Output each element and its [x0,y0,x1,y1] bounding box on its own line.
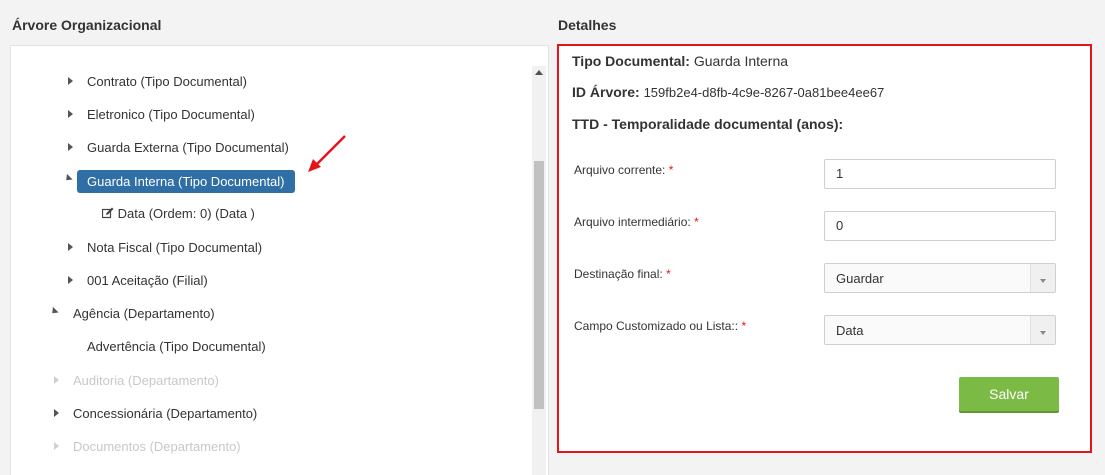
chevron-down-icon[interactable] [1030,316,1055,344]
tree-node-label: Agência (Departamento) [73,306,215,321]
tree-section-title: Árvore Organizacional [12,17,162,33]
required-asterisk: * [741,319,747,333]
arquivo-corrente-input[interactable] [824,159,1056,189]
tree-node-auditoria: Auditoria (Departamento) [73,370,219,392]
ttd-heading: TTD - Temporalidade documental (anos): [572,116,843,132]
tipo-documental-line: Tipo Documental: Guarda Interna [572,53,788,69]
arquivo-intermediario-label: Arquivo intermediário: * [574,215,699,229]
tree-node-label: Concessionária (Departamento) [73,406,258,421]
select-value: Guardar [836,271,884,286]
required-asterisk: * [694,215,699,229]
tipo-documental-label: Tipo Documental: [572,53,690,69]
tree-node-label: 001 Aceitação (Filial) [87,273,208,288]
tree-scrollbar[interactable] [532,66,546,475]
red-arrow-annotation-icon [308,135,346,172]
expand-caret-icon[interactable] [68,143,73,151]
expand-caret-icon[interactable] [68,276,73,284]
destinacao-final-label: Destinação final: * [574,267,671,281]
expand-caret-icon [54,376,59,384]
field-label-text: Arquivo intermediário: [574,215,691,229]
tree-node-label: Auditoria (Departamento) [73,373,219,388]
tipo-documental-value: Guarda Interna [693,53,789,69]
edit-icon [102,207,114,219]
destinacao-final-select[interactable]: Guardar [824,263,1056,293]
tree-node-label: Nota Fiscal (Tipo Documental) [87,240,263,255]
tree-node-guarda-externa[interactable]: Guarda Externa (Tipo Documental) [87,137,289,159]
tree-node-advertencia[interactable]: Advertência (Tipo Documental) [87,336,266,358]
tree-node-label: Advertência (Tipo Documental) [87,339,266,354]
required-asterisk: * [668,163,674,177]
collapse-caret-icon[interactable] [63,173,73,184]
tree-node-concessionaria[interactable]: Concessionária (Departamento) [73,403,257,425]
details-section-title: Detalhes [558,17,617,33]
arquivo-intermediario-input[interactable] [824,211,1056,241]
expand-caret-icon[interactable] [68,243,73,251]
id-arvore-line: ID Árvore: 159fb2e4-d8fb-4c9e-8267-0a81b… [572,84,884,100]
field-label-text: Destinação final: [574,267,663,281]
tree-node-documentos: Documentos (Departamento) [73,436,241,458]
required-asterisk: * [666,267,671,281]
campo-customizado-label: Campo Customizado ou Lista:: * [574,319,746,333]
scrollbar-thumb[interactable] [534,161,544,409]
field-label-text: Campo Customizado ou Lista:: [574,319,739,333]
organizational-tree-panel: Contrato (Tipo Documental) Eletronico (T… [10,45,549,475]
expand-caret-icon[interactable] [54,409,59,417]
scroll-up-arrow-icon[interactable] [535,70,543,75]
expand-caret-icon[interactable] [68,110,73,118]
details-panel: Tipo Documental: Guarda Interna ID Árvor… [557,44,1092,453]
tree-node-aceitacao[interactable]: 001 Aceitação (Filial) [87,270,208,292]
id-arvore-label: ID Árvore: [572,84,640,100]
expand-caret-icon [54,442,59,450]
collapse-caret-icon[interactable] [49,306,59,317]
tree-node-label: Contrato (Tipo Documental) [87,74,247,89]
tree-node-nota-fiscal[interactable]: Nota Fiscal (Tipo Documental) [87,237,262,259]
tree-node-eletronico[interactable]: Eletronico (Tipo Documental) [87,104,255,126]
expand-caret-icon[interactable] [68,77,73,85]
tree-node-contrato[interactable]: Contrato (Tipo Documental) [87,71,247,93]
select-value: Data [836,323,864,338]
tree-node-label: Eletronico (Tipo Documental) [87,107,255,122]
arquivo-corrente-label: Arquivo corrente: * [574,163,673,177]
id-arvore-value: 159fb2e4-d8fb-4c9e-8267-0a81bee4ee67 [643,85,885,100]
tree-node-agencia[interactable]: Agência (Departamento) [73,303,215,325]
field-label-text: Arquivo corrente: [574,163,666,177]
tree-node-label-selected: Guarda Interna (Tipo Documental) [77,170,295,193]
campo-customizado-select[interactable]: Data [824,315,1056,345]
tree-node-label: Data (Ordem: 0) (Data ) [117,206,255,221]
chevron-down-icon[interactable] [1030,264,1055,292]
tree-node-guarda-interna[interactable]: Guarda Interna (Tipo Documental) [77,166,295,198]
tree-node-label: Guarda Externa (Tipo Documental) [87,140,289,155]
save-button[interactable]: Salvar [959,377,1059,411]
ttd-label: TTD - Temporalidade documental (anos): [572,116,844,132]
tree-node-label: Documentos (Departamento) [73,439,241,454]
tree-node-data[interactable]: Data (Ordem: 0) (Data ) [102,203,255,225]
